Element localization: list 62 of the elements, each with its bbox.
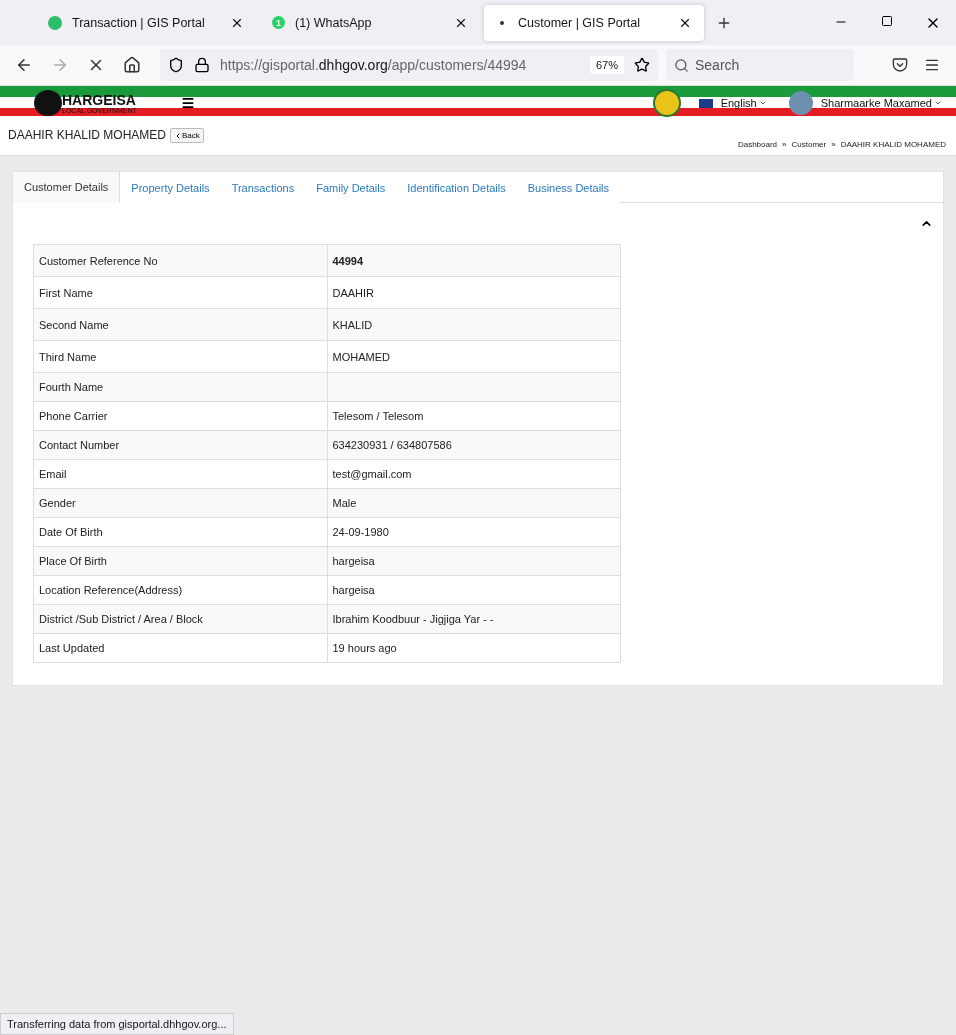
field-value: DAAHIR — [327, 276, 621, 309]
home-icon[interactable] — [123, 56, 141, 74]
search-field[interactable]: Search — [666, 49, 854, 81]
field-label: Gender — [33, 488, 327, 518]
field-value: 44994 — [327, 244, 621, 277]
page-title: DAAHIR KHALID MOHAMED — [8, 128, 167, 142]
breadcrumb-link[interactable]: Dashboard — [737, 140, 778, 149]
field-label: Date Of Birth — [33, 517, 327, 547]
field-value: test@gmail.com — [327, 459, 621, 489]
field-label: Last Updated — [33, 633, 327, 663]
field-label: District /Sub District / Area / Block — [33, 604, 327, 634]
search-icon — [674, 57, 689, 73]
field-label: First Name — [33, 276, 327, 309]
maximize-icon[interactable] — [881, 14, 893, 27]
back-icon[interactable] — [15, 56, 33, 74]
loading-icon — [500, 20, 504, 25]
logo-icon — [34, 90, 62, 116]
field-value: Telesom / Telesom — [327, 401, 621, 431]
flag-icon — [698, 98, 713, 108]
star-icon[interactable] — [634, 57, 650, 73]
field-value: hargeisa — [327, 546, 621, 576]
field-label: Second Name — [33, 308, 327, 341]
field-label: Place Of Birth — [33, 546, 327, 576]
shield-icon — [168, 57, 184, 73]
portal-icon — [48, 15, 62, 30]
field-value: 634230931 / 634807586 — [327, 430, 621, 460]
field-label: Contact Number — [33, 430, 327, 460]
field-value: Ibrahim Koodbuur - Jigjiga Yar - - — [327, 604, 621, 634]
back-button[interactable]: Back — [170, 128, 204, 143]
tab[interactable]: Customer Details — [13, 172, 121, 203]
browser-tab[interactable]: 1 (1) WhatsApp — [260, 4, 480, 41]
field-label: Fourth Name — [33, 372, 327, 402]
notification-badge: 1 — [272, 16, 285, 29]
breadcrumb-separator: » — [782, 140, 787, 149]
field-value: 19 hours ago — [327, 633, 621, 663]
breadcrumb-separator: » — [831, 140, 836, 149]
menu-icon[interactable] — [180, 96, 195, 110]
field-label: Customer Reference No — [33, 244, 327, 277]
lock-icon — [194, 57, 210, 73]
field-label: Email — [33, 459, 327, 489]
field-value: MOHAMED — [327, 340, 621, 373]
field-value: 24-09-1980 — [327, 517, 621, 547]
emblem-icon — [652, 89, 681, 117]
field-value: hargeisa — [327, 575, 621, 605]
pocket-icon[interactable] — [892, 57, 908, 73]
caret-icon — [758, 99, 767, 107]
caret-icon — [934, 99, 942, 107]
field-value: KHALID — [327, 308, 621, 341]
menu-icon[interactable] — [924, 57, 940, 73]
status-text: Transferring data from gisportal.dhhgov.org... — [0, 1013, 234, 1035]
zoom-level[interactable]: 67% — [589, 56, 624, 74]
browser-tab[interactable]: Transaction | GIS Portal — [36, 4, 256, 41]
user-dropdown[interactable]: Sharmaarke Maxamed — [820, 97, 942, 109]
avatar — [788, 91, 813, 115]
field-value: Male — [327, 488, 621, 518]
field-label: Third Name — [33, 340, 327, 373]
breadcrumb-link[interactable]: Customer — [791, 140, 827, 149]
address-bar[interactable]: https://gisportal.dhhgov.org/app/customers/44994 67% — [160, 49, 658, 81]
browser-tab[interactable]: Customer | GIS Portal — [484, 4, 704, 41]
field-label: Location Reference(Address) — [33, 575, 327, 605]
field-label: Phone Carrier — [33, 401, 327, 431]
language-dropdown[interactable]: English — [720, 97, 767, 109]
